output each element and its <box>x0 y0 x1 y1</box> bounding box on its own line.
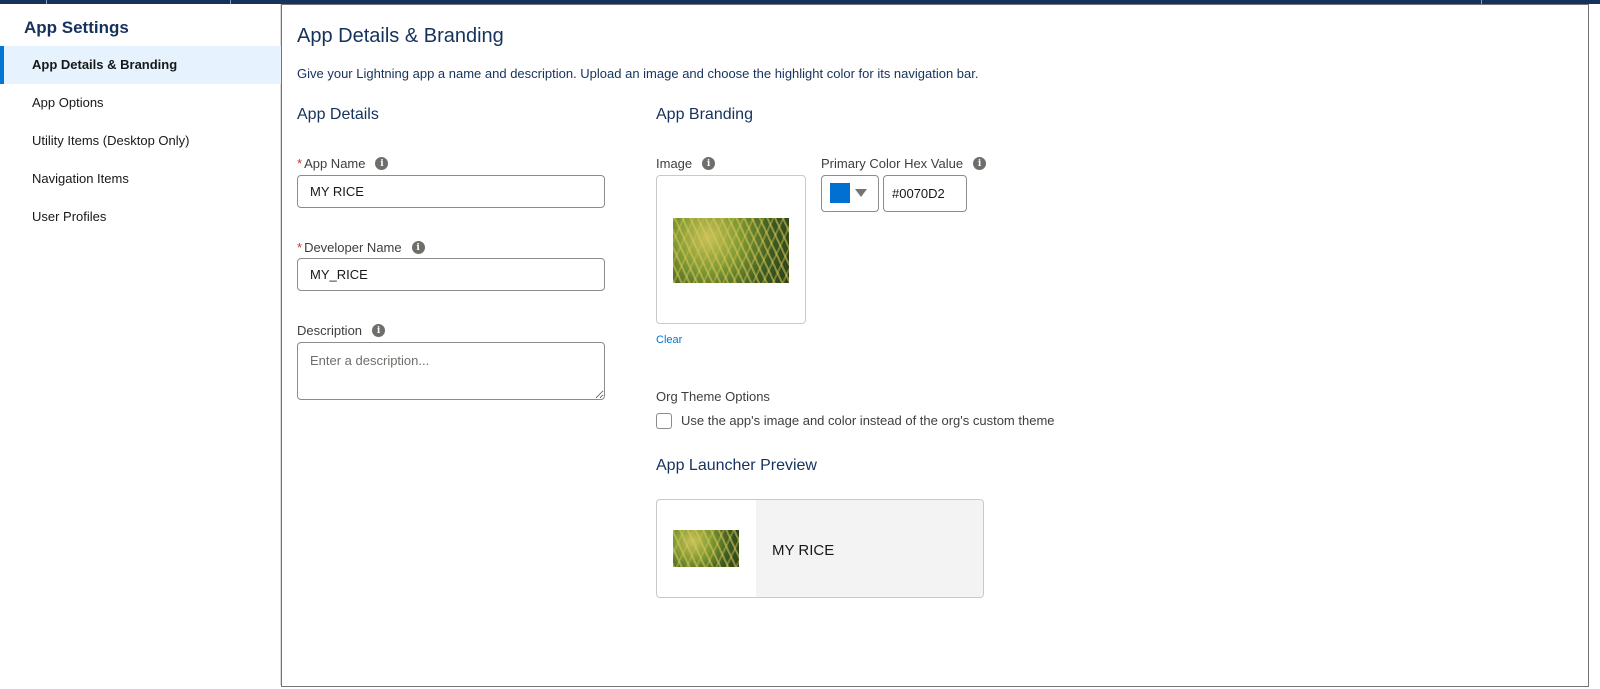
app-settings-sidebar: App Settings App Details & Branding App … <box>0 4 281 685</box>
app-launcher-preview-title: App Launcher Preview <box>656 457 817 474</box>
info-icon[interactable]: i <box>411 241 425 254</box>
app-launcher-preview-card: MY RICE <box>656 499 984 598</box>
sidebar-list: App Details & Branding App Options Utili… <box>0 46 281 236</box>
hex-color-input[interactable] <box>883 175 967 212</box>
page-title: App Details & Branding <box>297 25 504 47</box>
image-label: Image <box>656 156 693 171</box>
description-label-group: Description i <box>297 323 386 338</box>
developer-name-label: Developer Name <box>304 240 402 255</box>
sidebar-item-navigation-items[interactable]: Navigation Items <box>0 160 281 198</box>
description-textarea[interactable] <box>297 342 605 400</box>
sidebar-item-user-profiles[interactable]: User Profiles <box>0 198 281 236</box>
app-name-label-group: * App Name i <box>297 156 389 171</box>
app-details-section-title: App Details <box>297 106 379 123</box>
developer-name-label-group: * Developer Name i <box>297 240 425 255</box>
preview-app-image <box>673 530 739 567</box>
page-description: Give your Lightning app a name and descr… <box>297 66 979 81</box>
preview-app-name: MY RICE <box>772 542 835 559</box>
info-icon[interactable]: i <box>973 157 987 170</box>
sidebar-item-app-details-branding[interactable]: App Details & Branding <box>0 46 281 84</box>
app-image-thumbnail <box>673 218 789 283</box>
primary-color-label-group: Primary Color Hex Value i <box>821 156 987 171</box>
app-name-input[interactable] <box>297 175 605 208</box>
image-upload-box[interactable] <box>656 175 806 324</box>
description-label: Description <box>297 323 363 338</box>
org-theme-options-label: Org Theme Options <box>656 389 770 404</box>
sidebar-item-app-options[interactable]: App Options <box>0 84 281 122</box>
org-theme-options-text: Org Theme Options <box>656 389 770 404</box>
image-label-group: Image i <box>656 156 716 171</box>
clear-image-link[interactable]: Clear <box>656 334 682 346</box>
color-swatch <box>830 183 850 203</box>
chevron-down-icon <box>855 189 867 197</box>
primary-color-label: Primary Color Hex Value <box>821 156 964 171</box>
sidebar-item-utility-items[interactable]: Utility Items (Desktop Only) <box>0 122 281 160</box>
app-branding-section-title: App Branding <box>656 106 753 123</box>
developer-name-input[interactable] <box>297 258 605 291</box>
color-picker-button[interactable] <box>821 175 879 212</box>
info-icon[interactable]: i <box>375 157 389 170</box>
org-theme-checkbox-label: Use the app's image and color instead of… <box>681 413 1055 428</box>
info-icon[interactable]: i <box>702 157 716 170</box>
org-theme-checkbox[interactable] <box>656 413 672 429</box>
required-marker: * <box>297 156 303 171</box>
app-name-label: App Name <box>304 156 366 171</box>
sidebar-title: App Settings <box>24 18 129 37</box>
main-panel: App Details & Branding Give your Lightni… <box>281 4 1589 687</box>
required-marker: * <box>297 240 303 255</box>
info-icon[interactable]: i <box>372 324 386 337</box>
